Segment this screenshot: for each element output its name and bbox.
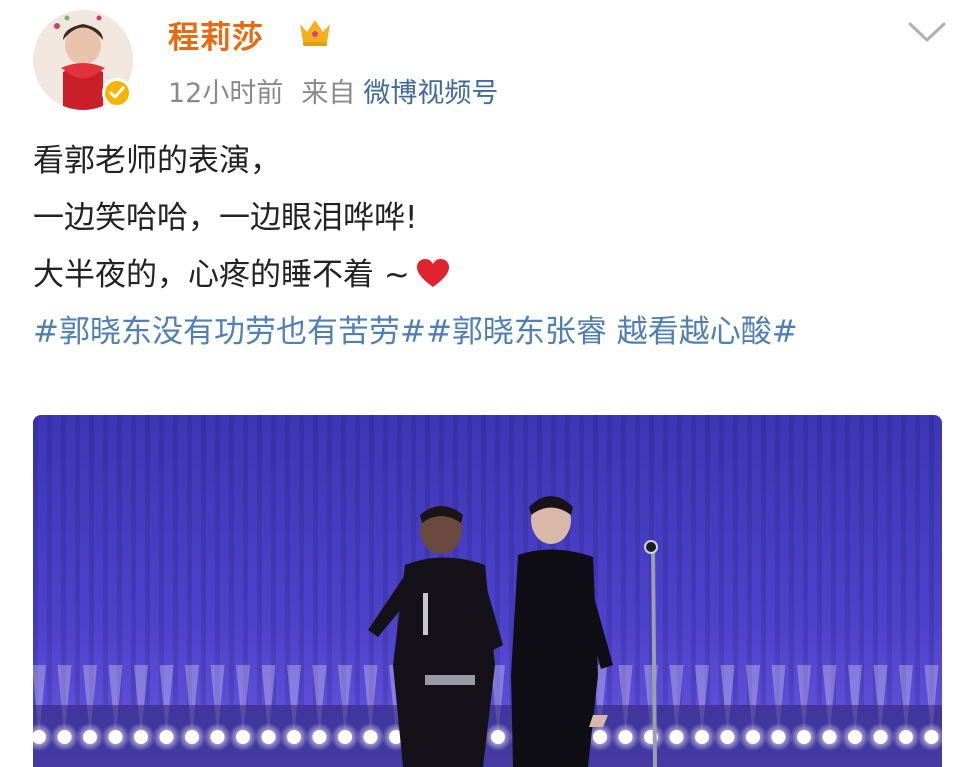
post-line: 大半夜的，心疼的睡不着 ~ — [33, 247, 923, 304]
source-link[interactable]: 微博视频号 — [363, 78, 498, 109]
curtain-fold — [747, 415, 752, 705]
curtain-fold — [719, 415, 724, 705]
curtain-fold — [369, 415, 374, 705]
curtain-fold — [383, 415, 388, 705]
topic-link[interactable]: #郭晓东没有功劳也有苦劳# — [33, 314, 426, 350]
stage-light — [159, 730, 174, 744]
stage-light — [593, 730, 607, 744]
stage-light — [338, 730, 352, 744]
curtain-fold — [187, 415, 192, 705]
topic-link[interactable]: #郭晓东张睿 越看越心酸# — [426, 314, 798, 350]
stage-light — [261, 730, 276, 744]
curtain-fold — [341, 415, 346, 705]
curtain-fold — [75, 415, 80, 705]
curtain-fold — [117, 415, 122, 705]
stage-light — [210, 730, 225, 744]
curtain-fold — [775, 415, 780, 705]
curtain-fold — [705, 415, 710, 705]
curtain-fold — [873, 415, 878, 705]
curtain-fold — [327, 415, 332, 705]
curtain-fold — [271, 415, 276, 705]
curtain-fold — [243, 415, 248, 705]
curtain-fold — [831, 415, 836, 705]
curtain-fold — [159, 415, 164, 705]
curtain-fold — [61, 415, 66, 705]
stage-light — [134, 730, 148, 744]
stage-light — [618, 730, 633, 744]
crown-icon — [300, 20, 330, 46]
curtain-fold — [47, 415, 52, 705]
timestamp: 12小时前 — [168, 78, 284, 109]
curtain-fold — [635, 415, 640, 705]
stage-light — [83, 730, 97, 744]
chevron-down-icon[interactable] — [906, 18, 948, 46]
stage-light — [797, 730, 811, 744]
stage-light — [491, 730, 505, 744]
stage-light — [848, 730, 862, 744]
video-thumbnail[interactable] — [33, 415, 942, 767]
topics: #郭晓东没有功劳也有苦劳##郭晓东张睿 越看越心酸# — [33, 304, 923, 361]
post-header: 程莉莎 12小时前 来自 微博视频号 — [0, 0, 953, 120]
curtain-fold — [733, 415, 738, 705]
curtain-fold — [33, 415, 38, 705]
curtain-fold — [89, 415, 94, 705]
curtain-fold — [621, 415, 626, 705]
verified-badge — [102, 78, 132, 108]
stage-light — [899, 730, 913, 744]
post-text: 看郭老师的表演， 一边笑哈哈，一边眼泪哗哗! 大半夜的，心疼的睡不着 ~ #郭晓… — [33, 133, 923, 361]
post-line: 看郭老师的表演， — [33, 143, 281, 179]
stage-light — [720, 730, 735, 744]
curtain-fold — [789, 415, 794, 705]
stage-light — [822, 730, 837, 744]
curtain-fold — [663, 415, 668, 705]
curtain-fold — [929, 415, 934, 705]
curtain-fold — [313, 415, 318, 705]
curtain-fold — [299, 415, 304, 705]
stage-light — [873, 730, 888, 744]
stage-light — [287, 730, 301, 744]
curtain-fold — [901, 415, 906, 705]
stage-light — [746, 730, 760, 744]
post-line-text: 大半夜的，心疼的睡不着 ~ — [33, 257, 410, 293]
stage-light — [924, 730, 939, 744]
stage-light — [236, 730, 250, 744]
curtain-fold — [173, 415, 178, 705]
curtain-fold — [145, 415, 150, 705]
stage-light — [363, 730, 378, 744]
curtain-fold — [803, 415, 808, 705]
concert-image — [33, 415, 942, 767]
from-label: 来自 — [301, 78, 356, 109]
curtain-fold — [845, 415, 850, 705]
username[interactable]: 程莉莎 — [168, 12, 264, 57]
curtain-fold — [131, 415, 136, 705]
curtain-fold — [257, 415, 262, 705]
stage-light — [312, 730, 327, 744]
curtain-fold — [761, 415, 766, 705]
stage-light — [695, 730, 709, 744]
curtain-fold — [859, 415, 864, 705]
stage-light — [57, 730, 72, 744]
stage-light — [185, 730, 199, 744]
curtain-fold — [817, 415, 822, 705]
stage-light — [669, 730, 684, 744]
heart-icon — [416, 259, 449, 287]
curtain-fold — [355, 415, 360, 705]
curtain-fold — [229, 415, 234, 705]
curtain-fold — [915, 415, 920, 705]
curtain-fold — [201, 415, 206, 705]
curtain-fold — [103, 415, 108, 705]
post-line: 一边笑哈哈，一边眼泪哗哗! — [33, 200, 418, 236]
stage-light — [108, 730, 123, 744]
curtain-fold — [495, 415, 500, 705]
stage-light — [771, 730, 786, 744]
curtain-fold — [677, 415, 682, 705]
curtain-fold — [215, 415, 220, 705]
post-meta: 12小时前 来自 微博视频号 — [168, 71, 498, 110]
curtain-fold — [887, 415, 892, 705]
curtain-fold — [285, 415, 290, 705]
curtain-fold — [691, 415, 696, 705]
